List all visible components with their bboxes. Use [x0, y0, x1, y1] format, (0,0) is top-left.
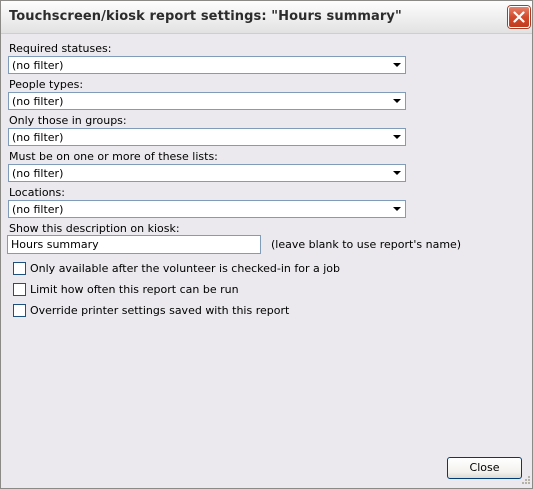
groups-value: (no filter)	[12, 131, 64, 144]
required-statuses-label: Required statuses:	[9, 42, 112, 55]
override-printer-label[interactable]: Override printer settings saved with thi…	[30, 304, 289, 317]
checked-in-only-checkbox[interactable]	[13, 262, 26, 275]
resize-grip-icon[interactable]	[519, 475, 531, 487]
chevron-down-icon	[393, 63, 401, 67]
dropdown-button[interactable]	[390, 166, 404, 180]
close-button[interactable]: Close	[447, 457, 522, 479]
locations-value: (no filter)	[12, 203, 64, 216]
people-types-value: (no filter)	[12, 95, 64, 108]
window-title: Touchscreen/kiosk report settings: "Hour…	[9, 9, 402, 24]
limit-frequency-label[interactable]: Limit how often this report can be run	[30, 283, 239, 296]
people-types-select[interactable]: (no filter)	[8, 92, 406, 110]
chevron-down-icon	[393, 207, 401, 211]
dropdown-button[interactable]	[390, 130, 404, 144]
groups-select[interactable]: (no filter)	[8, 128, 406, 146]
close-icon	[513, 11, 525, 23]
kiosk-description-value: Hours summary	[11, 238, 99, 251]
dropdown-button[interactable]	[390, 94, 404, 108]
chevron-down-icon	[393, 99, 401, 103]
title-close-button[interactable]	[508, 6, 530, 28]
lists-select[interactable]: (no filter)	[8, 164, 406, 182]
kiosk-description-label: Show this description on kiosk:	[9, 222, 180, 235]
lists-value: (no filter)	[12, 167, 64, 180]
override-printer-checkbox[interactable]	[13, 304, 26, 317]
dialog-window: Touchscreen/kiosk report settings: "Hour…	[0, 0, 533, 489]
title-bar[interactable]: Touchscreen/kiosk report settings: "Hour…	[1, 1, 532, 34]
kiosk-description-hint: (leave blank to use report's name)	[271, 238, 462, 251]
groups-label: Only those in groups:	[9, 114, 127, 127]
dropdown-button[interactable]	[390, 58, 404, 72]
checked-in-only-label[interactable]: Only available after the volunteer is ch…	[30, 262, 340, 275]
dropdown-button[interactable]	[390, 202, 404, 216]
limit-frequency-checkbox[interactable]	[13, 283, 26, 296]
people-types-label: People types:	[9, 78, 84, 91]
chevron-down-icon	[393, 135, 401, 139]
lists-label: Must be on one or more of these lists:	[9, 150, 218, 163]
locations-label: Locations:	[9, 186, 65, 199]
chevron-down-icon	[393, 171, 401, 175]
required-statuses-select[interactable]: (no filter)	[8, 56, 406, 74]
required-statuses-value: (no filter)	[12, 59, 64, 72]
locations-select[interactable]: (no filter)	[8, 200, 406, 218]
kiosk-description-input[interactable]: Hours summary	[7, 235, 261, 254]
